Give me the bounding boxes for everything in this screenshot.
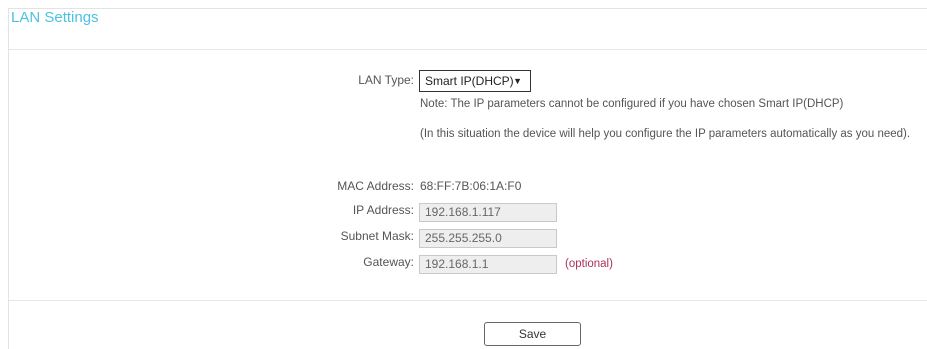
lan-type-note-detail: (In this situation the device will help … <box>420 128 911 140</box>
lan-type-select[interactable]: Smart IP(DHCP) ▼ <box>419 70 531 92</box>
mac-address-value: 68:FF:7B:06:1A:F0 <box>420 179 522 193</box>
mac-address-label: MAC Address: <box>337 179 414 193</box>
subnet-mask-field[interactable]: 255.255.255.0 <box>419 229 557 248</box>
lan-type-selected-value: Smart IP(DHCP) <box>425 74 514 88</box>
lan-type-label: LAN Type: <box>358 73 414 87</box>
footer-divider <box>9 300 927 301</box>
gateway-label: Gateway: <box>363 255 414 269</box>
dropdown-arrow-icon: ▼ <box>513 76 522 86</box>
title-divider <box>9 49 927 50</box>
gateway-optional-hint: (optional) <box>565 258 613 270</box>
ip-address-field[interactable]: 192.168.1.117 <box>419 203 557 222</box>
gateway-field[interactable]: 192.168.1.1 <box>419 255 557 274</box>
lan-type-note: Note: The IP parameters cannot be config… <box>420 98 844 110</box>
save-button[interactable]: Save <box>484 322 581 346</box>
ip-address-label: IP Address: <box>352 203 414 217</box>
panel-title: LAN Settings <box>11 9 99 26</box>
subnet-mask-label: Subnet Mask: <box>340 229 414 243</box>
